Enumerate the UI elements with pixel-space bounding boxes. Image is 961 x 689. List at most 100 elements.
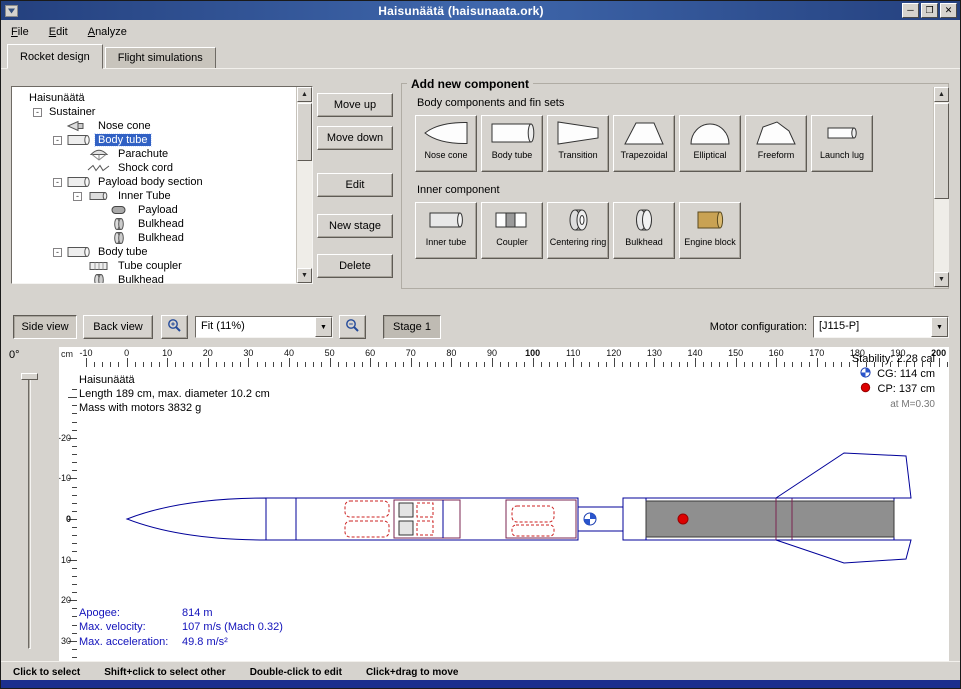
- add-centering-ring-button[interactable]: Centering ring: [547, 202, 609, 259]
- freeform-icon: [753, 119, 799, 150]
- forward-body-tube-shape[interactable]: [266, 498, 578, 540]
- ruler-label: 60: [365, 348, 375, 358]
- app-window: Haisunäätä (haisunaata.ork) ─ ❒ ✕ File Ed…: [0, 0, 961, 689]
- tree-toggle-icon[interactable]: -: [33, 108, 42, 117]
- cp-label: CP:: [878, 383, 896, 395]
- back-view-button[interactable]: Back view: [83, 315, 153, 339]
- tree-item-bulkhead[interactable]: Bulkhead: [22, 217, 295, 231]
- body-components-label: Body components and fin sets: [417, 97, 927, 109]
- motor-configuration-label: Motor configuration:: [710, 321, 807, 333]
- centeringring-icon: [555, 206, 601, 237]
- tab-strip: Rocket designFlight simulations: [1, 43, 960, 69]
- component-button-label: Centering ring: [550, 238, 607, 248]
- tree-item-nose-cone[interactable]: Nose cone: [22, 119, 295, 133]
- menubar: File Edit Analyze: [1, 20, 960, 43]
- tree-item-sustainer[interactable]: -Sustainer: [22, 105, 295, 119]
- tree-item-label: Body tube: [95, 246, 151, 258]
- component-tree-panel[interactable]: Haisunäätä-SustainerNose cone - Body tube P…: [11, 86, 313, 284]
- add-body-tube-button[interactable]: Body tube: [481, 115, 543, 172]
- rotation-angle-label: 0°: [9, 349, 20, 361]
- menu-file[interactable]: File: [11, 26, 29, 38]
- move-down-button[interactable]: Move down: [317, 126, 393, 150]
- add-panel-scrollbar[interactable]: ▲ ▼: [933, 87, 949, 287]
- menu-edit[interactable]: Edit: [49, 26, 68, 38]
- tree-item-payload-body-section[interactable]: - Payload body section: [22, 175, 295, 189]
- tree-toggle-icon[interactable]: -: [53, 178, 62, 187]
- minimize-button[interactable]: ─: [902, 3, 919, 18]
- add-launch-lug-button[interactable]: Launch lug: [811, 115, 873, 172]
- lower-fin-shape[interactable]: [776, 540, 911, 563]
- tree-toggle-icon[interactable]: -: [73, 192, 82, 201]
- scroll-up-icon[interactable]: ▲: [934, 87, 949, 102]
- zoom-level-select[interactable]: Fit (11%) ▼: [195, 316, 333, 338]
- add-bulkhead-button[interactable]: Bulkhead: [613, 202, 675, 259]
- side-view-button[interactable]: Side view: [13, 315, 77, 339]
- flight-stat-label: Max. velocity:: [79, 620, 182, 635]
- tree-item-parachute[interactable]: Parachute: [22, 147, 295, 161]
- tree-item-label: Parachute: [115, 148, 171, 160]
- component-button-label: Trapezoidal: [621, 151, 668, 161]
- shockcord-icon: [86, 161, 112, 175]
- tree-toggle-icon[interactable]: -: [53, 248, 62, 257]
- delete-button[interactable]: Delete: [317, 254, 393, 278]
- add-elliptical-button[interactable]: Elliptical: [679, 115, 741, 172]
- add-scrollbar-thumb[interactable]: [934, 103, 949, 199]
- ruler-label: 90: [487, 348, 497, 358]
- cp-icon: [860, 382, 871, 398]
- stage-1-toggle[interactable]: Stage 1: [383, 315, 441, 339]
- tree-scrollbar[interactable]: ▲ ▼: [296, 87, 312, 283]
- tree-item-inner-tube[interactable]: -Inner Tube: [22, 189, 295, 203]
- ruler-label: 120: [606, 348, 621, 358]
- zoom-out-button[interactable]: [339, 315, 366, 339]
- chevron-down-icon[interactable]: ▼: [931, 317, 948, 337]
- tree-item-label: Haisunäätä: [26, 92, 88, 104]
- tree-item-haisun-t[interactable]: Haisunäätä: [22, 91, 295, 105]
- cp-marker: [678, 514, 688, 524]
- payload-shape[interactable]: [399, 503, 413, 517]
- cg-label: CG:: [877, 368, 897, 380]
- scroll-down-icon[interactable]: ▼: [934, 272, 949, 287]
- rocket-canvas[interactable]: cm -100102030405060708090100110120130140…: [59, 347, 949, 661]
- add-nose-cone-button[interactable]: Nose cone: [415, 115, 477, 172]
- tree-item-shock-cord[interactable]: Shock cord: [22, 161, 295, 175]
- new-stage-button[interactable]: New stage: [317, 214, 393, 238]
- tree-item-label: Payload body section: [95, 176, 206, 188]
- tree-item-bulkhead[interactable]: Bulkhead: [22, 231, 295, 245]
- rotation-slider-thumb[interactable]: [21, 373, 38, 380]
- upper-fin-shape[interactable]: [776, 453, 911, 498]
- flight-stat-value: 814 m: [182, 606, 213, 621]
- flight-stat-label: Max. acceleration:: [79, 635, 182, 650]
- tree-item-payload[interactable]: Payload: [22, 203, 295, 217]
- add-inner-tube-button[interactable]: Inner tube: [415, 202, 477, 259]
- motor-configuration-select[interactable]: [J115-P] ▼: [813, 316, 949, 338]
- scroll-down-icon[interactable]: ▼: [297, 268, 312, 283]
- close-button[interactable]: ✕: [940, 3, 957, 18]
- tab-rocket-design[interactable]: Rocket design: [7, 44, 103, 69]
- chevron-down-icon[interactable]: ▼: [315, 317, 332, 337]
- ruler-label: 80: [446, 348, 456, 358]
- tree-item-body-tube[interactable]: - Body tube: [22, 245, 295, 259]
- payload-shape[interactable]: [399, 521, 413, 535]
- tree-item-tube-coupler[interactable]: Tube coupler: [22, 259, 295, 273]
- add-engine-block-button[interactable]: Engine block: [679, 202, 741, 259]
- menu-analyze[interactable]: Analyze: [88, 26, 127, 38]
- titlebar[interactable]: Haisunäätä (haisunaata.ork) ─ ❒ ✕: [1, 1, 960, 20]
- scroll-up-icon[interactable]: ▲: [297, 87, 312, 102]
- add-coupler-button[interactable]: Coupler: [481, 202, 543, 259]
- zoom-in-button[interactable]: [161, 315, 188, 339]
- tab-flight-simulations[interactable]: Flight simulations: [105, 47, 216, 69]
- add-freeform-button[interactable]: Freeform: [745, 115, 807, 172]
- tree-item-body-tube[interactable]: -Body tube: [22, 133, 295, 147]
- maximize-button[interactable]: ❒: [921, 3, 938, 18]
- add-transition-button[interactable]: Transition: [547, 115, 609, 172]
- tree-toggle-icon[interactable]: -: [53, 136, 62, 145]
- engineblock-icon: [687, 206, 733, 237]
- tree-scrollbar-thumb[interactable]: [297, 103, 312, 161]
- rotation-slider[interactable]: [28, 373, 31, 649]
- add-trapezoidal-button[interactable]: Trapezoidal: [613, 115, 675, 172]
- edit-button[interactable]: Edit: [317, 173, 393, 197]
- tree-item-bulkhead[interactable]: Bulkhead: [22, 273, 295, 284]
- move-up-button[interactable]: Move up: [317, 93, 393, 117]
- nose-cone-shape[interactable]: [127, 498, 266, 540]
- component-button-label: Transition: [558, 151, 597, 161]
